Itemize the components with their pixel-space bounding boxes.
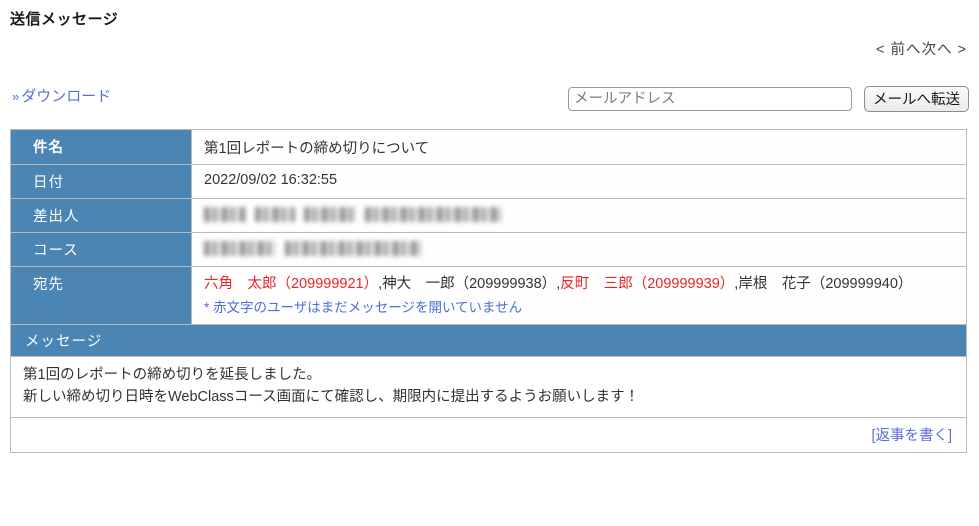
message-body: 第1回のレポートの締め切りを延長しました。新しい締め切り日時をWebClassコ… [10,356,967,418]
recipients-note: * 赤文字のユーザはまだメッセージを開いていません [204,299,523,315]
value-date: 2022/09/02 16:32:55 [191,164,967,199]
recipient-read: 岸根 花子（209999940） [738,276,913,292]
table-row-course: コース [10,232,967,267]
value-course-redacted [191,232,967,267]
redacted-block [255,206,295,222]
write-reply-link[interactable]: [返事を書く] [871,428,952,444]
double-chevron-right-icon: » [12,89,20,104]
sent-message-page: 送信メッセージ < 前へ次へ > »ダウンロード メールへ転送 件名 第1回レポ… [0,0,979,526]
redacted-block [365,206,501,222]
section-header-message: メッセージ [10,324,967,357]
label-course: コース [10,232,192,267]
label-date: 日付 [10,164,192,199]
page-title: 送信メッセージ [10,11,119,28]
value-sender-redacted [191,198,967,233]
table-row-message-header: メッセージ [10,324,967,357]
value-subject: 第1回レポートの締め切りについて [191,129,967,165]
message-navigation: < 前へ次へ > [876,38,967,59]
next-message-link[interactable]: 次へ [922,42,953,58]
forward-to-mail-button[interactable]: メールへ転送 [864,86,969,112]
table-row-reply: [返事を書く] [10,416,967,453]
redacted-block [304,206,356,222]
table-row-message-body: 第1回のレポートの締め切りを延長しました。新しい締め切り日時をWebClassコ… [10,356,967,418]
label-recipients: 宛先 [10,266,192,325]
value-recipients: 六角 太郎（209999921）,神大 一郎（209999938）,反町 三郎（… [191,266,967,325]
prev-arrow-icon: < [876,42,886,58]
redacted-block [204,240,276,256]
mail-address-input[interactable] [568,87,852,111]
download-link[interactable]: » ダウンロード [12,85,111,106]
recipient-unread: 六角 太郎（209999921） [204,276,379,292]
table-row-sender: 差出人 [10,198,967,233]
mail-forward-form: メールへ転送 [568,86,969,112]
redacted-block [204,206,246,222]
message-detail-table: 件名 第1回レポートの締め切りについて 日付 2022/09/02 16:32:… [10,129,967,453]
recipient-unread: 反町 三郎（209999939） [560,276,735,292]
download-link-label: ダウンロード [21,88,112,105]
table-row-subject: 件名 第1回レポートの締め切りについて [10,129,967,165]
table-row-recipients: 宛先 六角 太郎（209999921）,神大 一郎（209999938）,反町 … [10,266,967,325]
label-subject: 件名 [10,129,192,165]
recipients-list: 六角 太郎（209999921）,神大 一郎（209999938）,反町 三郎（… [204,274,966,296]
message-line: 新しい締め切り日時をWebClassコース画面にて確認し、期限内に提出するようお… [23,389,640,406]
redacted-block [285,240,421,256]
message-line: 第1回のレポートの締め切りを延長しました。 [23,367,322,383]
next-arrow-icon: > [957,42,967,58]
prev-message-link[interactable]: 前へ [891,42,922,58]
label-sender: 差出人 [10,198,192,233]
recipient-read: 神大 一郎（209999938） [382,276,557,292]
reply-cell: [返事を書く] [10,416,967,453]
table-row-date: 日付 2022/09/02 16:32:55 [10,164,967,199]
